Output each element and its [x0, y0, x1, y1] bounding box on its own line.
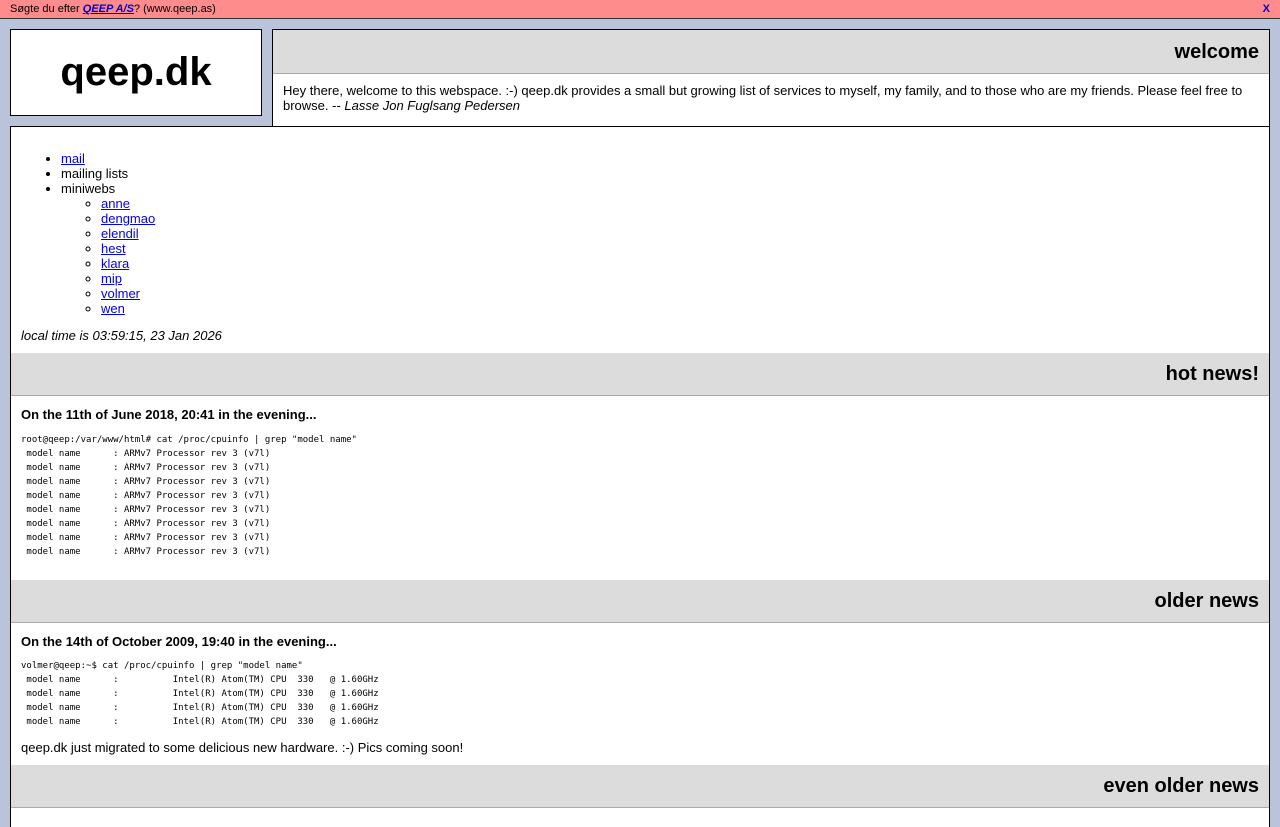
- site-navigation: mail mailing lists miniwebs anne dengmao…: [11, 151, 155, 316]
- hot-news-entry-title: On the 11th of June 2018, 20:41 in the e…: [21, 407, 317, 422]
- banner-link-qeep-as[interactable]: QEEP A/S: [83, 3, 134, 15]
- main-content: mail mailing lists miniwebs anne dengmao…: [10, 126, 1270, 827]
- nav-subitem: elendil: [101, 226, 155, 241]
- nav-subitem: volmer: [101, 286, 155, 301]
- search-suggestion-banner: Søgte du efter QEEP A/S? (www.qeep.as) X: [0, 0, 1280, 19]
- welcome-author: Lasse Jon Fuglsang Pedersen: [344, 98, 521, 113]
- nav-link-mip[interactable]: mip: [101, 271, 122, 286]
- welcome-text: Hey there, welcome to this webspace. :-)…: [273, 74, 1269, 113]
- banner-close-button[interactable]: X: [1263, 0, 1270, 18]
- banner-message: Søgte du efter QEEP A/S? (www.qeep.as): [10, 0, 216, 18]
- nav-link-dengmao[interactable]: dengmao: [101, 211, 155, 226]
- nav-label-miniwebs: miniwebs: [61, 181, 116, 196]
- nav-subitem: hest: [101, 241, 155, 256]
- older-news-note: qeep.dk just migrated to some delicious …: [21, 740, 464, 755]
- older-news-code-block: volmer@qeep:~$ cat /proc/cpuinfo | grep …: [21, 661, 379, 727]
- nav-link-hest[interactable]: hest: [101, 241, 126, 256]
- hot-news-heading: hot news!: [11, 353, 1269, 396]
- nav-subitem: mip: [101, 271, 155, 286]
- banner-prefix: Søgte du efter: [10, 3, 83, 15]
- older-news-entry-title: On the 14th of October 2009, 19:40 in th…: [21, 634, 337, 649]
- older-news-heading: older news: [11, 580, 1269, 623]
- hot-news-code-block: root@qeep:/var/www/html# cat /proc/cpuin…: [21, 435, 357, 557]
- site-logo: qeep.dk: [10, 29, 262, 116]
- local-time: local time is 03:59:15, 23 Jan 2026: [21, 328, 222, 343]
- nav-link-anne[interactable]: anne: [101, 196, 130, 211]
- nav-link-klara[interactable]: klara: [101, 256, 129, 271]
- welcome-panel: welcome Hey there, welcome to this websp…: [272, 29, 1270, 128]
- welcome-heading: welcome: [273, 30, 1269, 74]
- nav-subitem: anne: [101, 196, 155, 211]
- banner-suffix: ? (www.qeep.as): [133, 3, 216, 15]
- nav-subitem: klara: [101, 256, 155, 271]
- nav-link-wen[interactable]: wen: [101, 301, 125, 316]
- nav-item-mail: mail: [61, 151, 155, 166]
- even-older-news-heading: even older news: [11, 765, 1269, 808]
- nav-item-miniwebs: miniwebs anne dengmao elendil hest klara…: [61, 181, 155, 316]
- nav-link-elendil[interactable]: elendil: [101, 226, 139, 241]
- nav-item-mailing-lists: mailing lists: [61, 166, 155, 181]
- nav-subitem: dengmao: [101, 211, 155, 226]
- nav-subitem: wen: [101, 301, 155, 316]
- nav-link-volmer[interactable]: volmer: [101, 286, 140, 301]
- nav-link-mail[interactable]: mail: [61, 151, 85, 166]
